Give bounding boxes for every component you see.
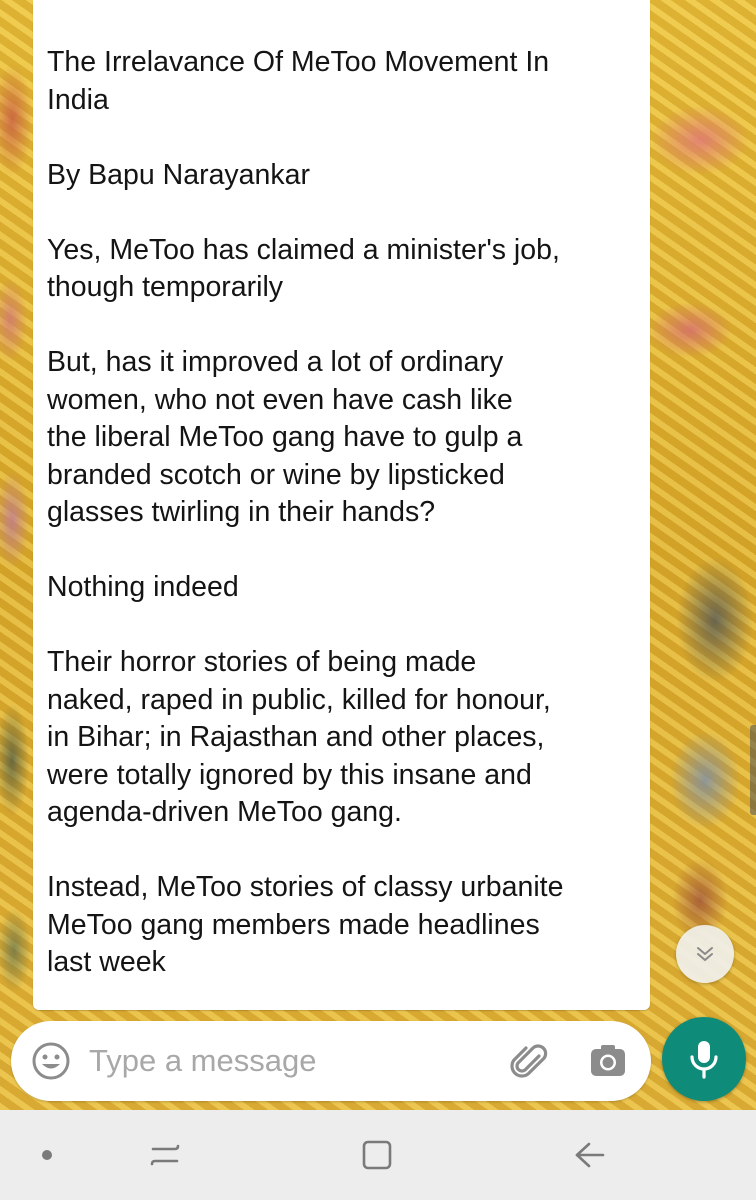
scrollbar[interactable] bbox=[750, 725, 756, 815]
nav-back-button[interactable] bbox=[566, 1132, 612, 1178]
nav-recent-apps-button[interactable] bbox=[142, 1132, 188, 1178]
camera-button[interactable] bbox=[586, 1039, 630, 1083]
paperclip-icon bbox=[510, 1044, 548, 1078]
smiley-icon bbox=[32, 1042, 70, 1080]
camera-icon bbox=[591, 1045, 625, 1076]
compose-bar bbox=[11, 1021, 651, 1101]
attach-button[interactable] bbox=[506, 1039, 550, 1083]
dot-icon bbox=[42, 1150, 52, 1160]
microphone-icon bbox=[690, 1041, 718, 1079]
nav-dot-button[interactable] bbox=[24, 1132, 70, 1178]
home-icon bbox=[362, 1140, 392, 1170]
scroll-to-bottom-button[interactable] bbox=[676, 925, 734, 983]
double-chevron-down-icon bbox=[697, 947, 713, 961]
system-navigation-bar bbox=[0, 1110, 756, 1200]
back-arrow-icon bbox=[575, 1142, 605, 1168]
message-input[interactable] bbox=[89, 1035, 489, 1087]
voice-record-button[interactable] bbox=[662, 1017, 746, 1101]
nav-home-button[interactable] bbox=[354, 1132, 400, 1178]
recent-apps-icon bbox=[150, 1144, 180, 1166]
message-text: The Irrelavance Of MeToo Movement In Ind… bbox=[47, 46, 564, 978]
emoji-button[interactable] bbox=[30, 1040, 72, 1082]
